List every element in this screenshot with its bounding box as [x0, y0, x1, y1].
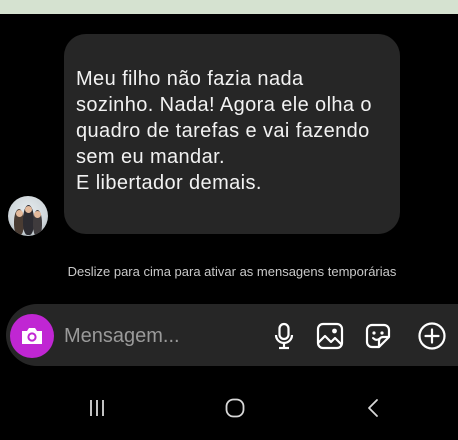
home-icon	[225, 398, 245, 418]
message-input[interactable]	[64, 321, 244, 351]
recents-button[interactable]	[82, 394, 112, 422]
chat-screen: Meu filho não fazia nada sozinho. Nada! …	[6, 14, 458, 440]
plus-circle-icon	[418, 322, 446, 350]
message-line: Meu filho não fazia nada	[76, 68, 304, 90]
message-line: sem eu mandar.	[76, 146, 226, 168]
home-button[interactable]	[220, 394, 250, 422]
voice-button[interactable]	[268, 320, 300, 352]
message-composer	[6, 304, 458, 366]
system-navigation-bar	[6, 386, 458, 428]
avatar-face	[34, 211, 41, 218]
phone-frame: Meu filho não fazia nada sozinho. Nada! …	[0, 0, 458, 440]
message-line: E libertador demais.	[76, 172, 262, 194]
back-button[interactable]	[358, 394, 388, 422]
avatar-face	[25, 206, 32, 213]
image-icon	[316, 322, 344, 350]
back-icon	[368, 399, 378, 417]
vanish-mode-hint: Deslize para cima para ativar as mensage…	[67, 264, 397, 279]
received-message-bubble[interactable]: Meu filho não fazia nada sozinho. Nada! …	[64, 34, 400, 234]
camera-icon	[22, 328, 42, 344]
avatar-face	[16, 210, 23, 217]
camera-button[interactable]	[10, 314, 54, 358]
more-options-button[interactable]	[416, 320, 448, 352]
gallery-button[interactable]	[314, 320, 346, 352]
sticker-icon	[365, 323, 391, 349]
message-line: sozinho. Nada! Agora ele olha o	[76, 94, 372, 116]
sender-avatar[interactable]	[8, 196, 48, 236]
sticker-button[interactable]	[362, 320, 394, 352]
microphone-icon	[274, 322, 294, 350]
message-line: quadro de tarefas e vai fazendo	[76, 120, 370, 142]
recents-icon	[90, 400, 104, 416]
